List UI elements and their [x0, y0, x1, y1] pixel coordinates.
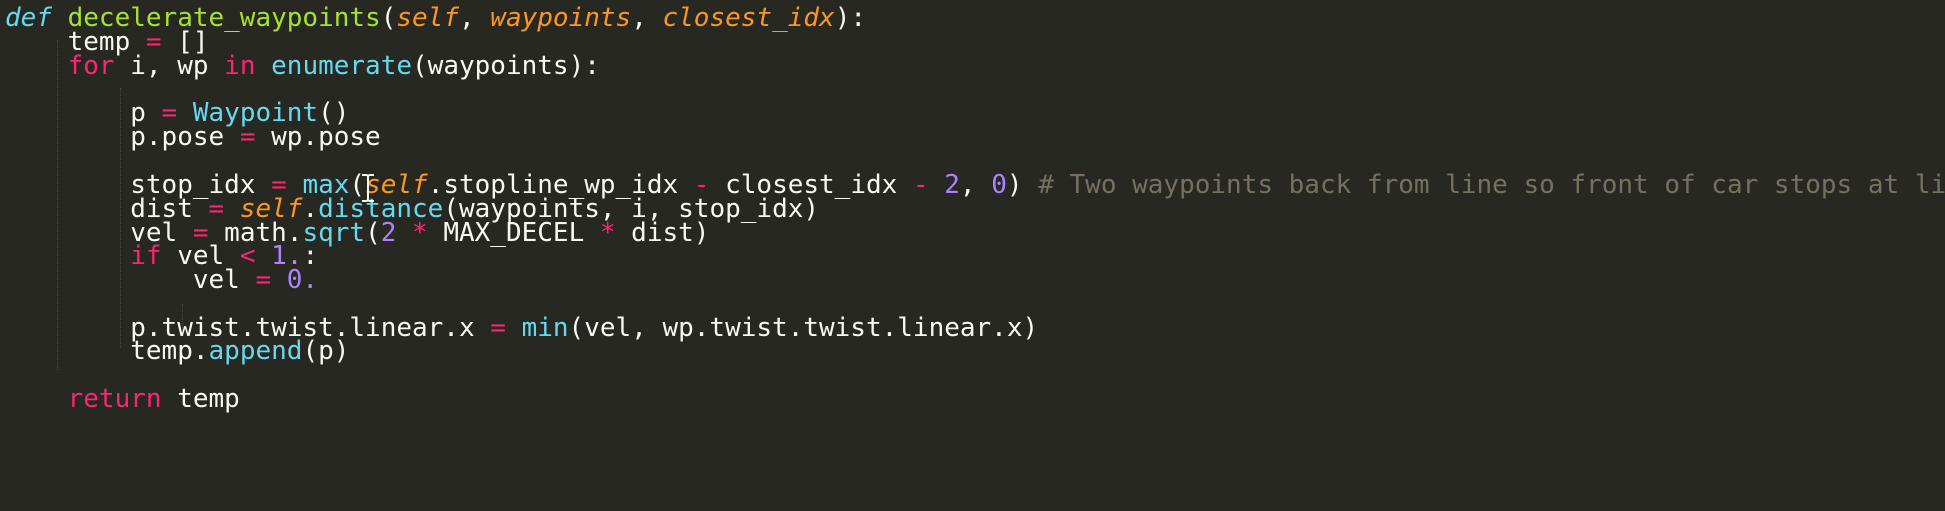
operator: -	[912, 170, 929, 200]
punct: ,	[458, 3, 491, 33]
code-comment: # Two waypoints back from line so front …	[1038, 170, 1945, 200]
code-text: temp.	[130, 336, 209, 366]
operator: =	[490, 313, 506, 343]
code-line-3[interactable]: for i, wp in enumerate(waypoints):	[5, 51, 600, 81]
number: 2	[380, 218, 397, 248]
punct: (	[380, 3, 397, 33]
code-text: ,	[959, 170, 992, 200]
code-text: (p)	[302, 336, 350, 366]
code-text: (waypoints):	[412, 51, 600, 81]
i-beam-cursor-icon	[362, 174, 374, 202]
code-text: )	[1006, 170, 1039, 200]
method-append: append	[208, 336, 303, 366]
punct: ,	[631, 3, 663, 33]
keyword-return: return	[67, 384, 162, 414]
code-text: temp	[161, 384, 240, 414]
code-line-12[interactable]: vel = 0.	[5, 265, 318, 295]
code-text: (	[365, 218, 381, 248]
keyword-for: for	[67, 51, 115, 81]
code-text: MAX_DECEL	[427, 218, 600, 248]
code-text: dist)	[615, 218, 710, 248]
number: 2	[944, 170, 960, 200]
param-self: self	[396, 3, 459, 33]
code-text: wp.pose	[255, 122, 381, 152]
code-editor[interactable]: def decelerate_waypoints(self, waypoints…	[0, 0, 1945, 511]
operator: =	[239, 122, 256, 152]
code-text: vel	[192, 265, 256, 295]
code-text: (vel, wp.twist.twist.linear.x)	[568, 313, 1039, 343]
param-waypoints: waypoints	[490, 3, 632, 33]
param-closest-idx: closest_idx	[662, 3, 835, 33]
code-text: i, wp	[114, 51, 225, 81]
code-text: p.pose	[130, 122, 240, 152]
code-line-15[interactable]: temp.append(p)	[5, 336, 349, 366]
builtin-enumerate: enumerate	[271, 51, 413, 81]
punct: ):	[834, 3, 866, 33]
number: 0	[991, 170, 1007, 200]
keyword-in: in	[224, 51, 256, 81]
operator: *	[599, 218, 616, 248]
operator: =	[255, 265, 272, 295]
code-line-6[interactable]: p.pose = wp.pose	[5, 122, 381, 152]
number: 0.	[286, 265, 319, 295]
builtin-min: min	[521, 313, 569, 343]
operator: *	[412, 218, 428, 248]
code-line-17[interactable]: return temp	[5, 384, 240, 414]
